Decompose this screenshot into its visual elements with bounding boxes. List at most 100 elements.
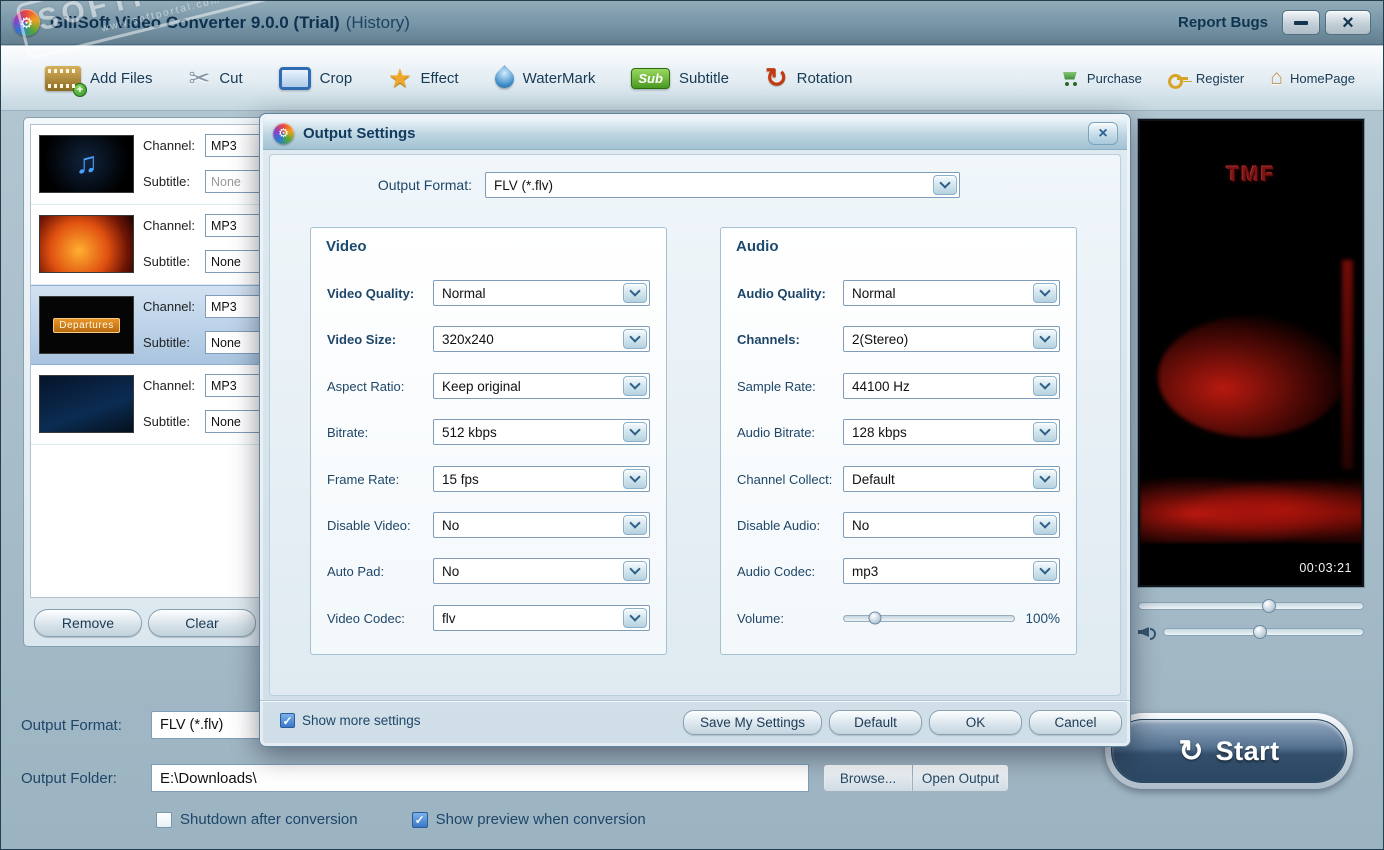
output-folder-input[interactable] xyxy=(151,764,809,792)
clear-button[interactable]: Clear xyxy=(148,609,256,637)
show-more-settings-row[interactable]: ✓ Show more settings xyxy=(280,713,421,728)
chevron-down-icon[interactable] xyxy=(1033,469,1057,489)
channels-select[interactable]: 2(Stereo) xyxy=(843,326,1060,352)
chevron-down-icon[interactable] xyxy=(1033,283,1057,303)
disable-video-field: Disable Video: No xyxy=(327,512,650,538)
audio-bitrate-select[interactable]: 128 kbps xyxy=(843,419,1060,445)
video-size-field: Video Size: 320x240 xyxy=(327,326,650,352)
bitrate-select[interactable]: 512 kbps xyxy=(433,419,650,445)
audio-group-title: Audio xyxy=(736,238,779,255)
minimize-icon xyxy=(1294,20,1308,25)
dialog-titlebar[interactable]: ⚙ Output Settings × xyxy=(263,117,1127,150)
chevron-down-icon[interactable] xyxy=(623,561,647,581)
chevron-down-icon[interactable] xyxy=(933,175,957,195)
chevron-down-icon[interactable] xyxy=(623,329,647,349)
toolbar: + Add Files ✂ Cut Crop ★ Effect WaterMar… xyxy=(1,46,1383,111)
open-output-button[interactable]: Open Output xyxy=(913,764,1009,792)
dialog-output-format-select[interactable]: FLV (*.flv) xyxy=(485,172,960,198)
window-title-main: GiliSoft Video Converter 9.0.0 (Trial) xyxy=(50,12,340,32)
video-frame-art xyxy=(1342,260,1354,469)
chevron-down-icon[interactable] xyxy=(623,283,647,303)
shutdown-checkbox[interactable] xyxy=(156,811,172,828)
video-quality-select[interactable]: Normal xyxy=(433,280,650,306)
seek-slider[interactable] xyxy=(1138,599,1364,613)
rotation-icon: ↻ xyxy=(764,62,788,93)
dialog-close-button[interactable]: × xyxy=(1088,122,1118,145)
preview-checkbox[interactable]: ✓ xyxy=(411,811,428,828)
start-button[interactable]: ↻ Start xyxy=(1105,713,1353,789)
chevron-down-icon[interactable] xyxy=(623,515,647,535)
titlebar[interactable]: ⚙ GiliSoft Video Converter 9.0.0 (Trial)… xyxy=(1,1,1383,45)
volume-field: Volume: 100% xyxy=(737,605,1060,631)
channel-collect-field: Channel Collect: Default xyxy=(737,466,1060,492)
chevron-down-icon[interactable] xyxy=(1033,422,1057,442)
chevron-down-icon[interactable] xyxy=(623,608,647,628)
browse-button[interactable]: Browse... xyxy=(823,764,913,792)
toolbar-watermark[interactable]: WaterMark xyxy=(490,64,595,92)
remove-button[interactable]: Remove xyxy=(34,609,142,637)
channel-value: MP3 xyxy=(211,138,237,153)
cancel-button[interactable]: Cancel xyxy=(1029,710,1122,735)
seek-slider-thumb[interactable] xyxy=(1261,599,1276,613)
report-bugs-link[interactable]: Report Bugs xyxy=(1178,14,1268,31)
toolbar-effect[interactable]: ★ Effect xyxy=(388,63,458,94)
audio-codec-select[interactable]: mp3 xyxy=(843,558,1060,584)
auto-pad-select[interactable]: No xyxy=(433,558,650,584)
volume-label: Volume: xyxy=(737,610,784,626)
chevron-down-icon[interactable] xyxy=(1033,329,1057,349)
sample-rate-select[interactable]: 44100 Hz xyxy=(843,373,1060,399)
video-codec-field: Video Codec: flv xyxy=(327,605,650,631)
preview-checkbox-row[interactable]: ✓ Show preview when conversion xyxy=(411,811,646,828)
show-more-settings-checkbox[interactable]: ✓ xyxy=(280,713,295,728)
chevron-down-icon[interactable] xyxy=(623,469,647,489)
chevron-down-icon[interactable] xyxy=(1033,561,1057,581)
toolbar-crop[interactable]: Crop xyxy=(278,66,352,90)
channel-logo: TMF xyxy=(1226,163,1276,186)
audio-quality-select[interactable]: Normal xyxy=(843,280,1060,306)
toolbar-rotation[interactable]: ↻ Rotation xyxy=(765,63,853,94)
close-button[interactable]: × xyxy=(1325,10,1371,35)
chevron-down-icon[interactable] xyxy=(623,376,647,396)
default-button[interactable]: Default xyxy=(829,710,922,735)
save-my-settings-button[interactable]: Save My Settings xyxy=(683,710,822,735)
disable-video-select[interactable]: No xyxy=(433,512,650,538)
output-settings-dialog: ⚙ Output Settings × Output Format: FLV (… xyxy=(259,113,1131,747)
video-codec-select[interactable]: flv xyxy=(433,605,650,631)
minimize-button[interactable] xyxy=(1282,10,1320,35)
ok-button[interactable]: OK xyxy=(929,710,1022,735)
aspect-ratio-select[interactable]: Keep original xyxy=(433,373,650,399)
cut-label: Cut xyxy=(219,69,243,87)
toolbar-subtitle[interactable]: Sub Subtitle xyxy=(631,67,729,89)
thumbnail-title: Departures xyxy=(53,317,120,333)
close-icon: × xyxy=(1098,124,1108,142)
disable-audio-select[interactable]: No xyxy=(843,512,1060,538)
music-note-icon: ♫ xyxy=(75,147,98,180)
file-thumbnail-music: ♫ xyxy=(39,135,134,193)
channel-collect-select[interactable]: Default xyxy=(843,466,1060,492)
chevron-down-icon[interactable] xyxy=(623,422,647,442)
chevron-down-icon[interactable] xyxy=(1033,376,1057,396)
preview-volume-slider[interactable] xyxy=(1163,625,1364,639)
file-thumbnail-dark xyxy=(39,375,134,433)
toolbar-cut[interactable]: ✂ Cut xyxy=(189,63,243,94)
preview-volume-thumb[interactable] xyxy=(1252,625,1267,639)
homepage-link[interactable]: ⌂ HomePage xyxy=(1270,66,1355,90)
purchase-link[interactable]: Purchase xyxy=(1061,71,1142,86)
plus-icon: + xyxy=(73,82,87,97)
channel-value: MP3 xyxy=(211,299,237,314)
key-icon xyxy=(1167,72,1189,89)
preview-checkbox-label: Show preview when conversion xyxy=(435,811,646,828)
audio-quality-field: Audio Quality: Normal xyxy=(737,280,1060,306)
volume-slider[interactable] xyxy=(843,611,1016,625)
volume-slider-thumb[interactable] xyxy=(868,611,882,625)
video-quality-field: Video Quality: Normal xyxy=(327,280,650,306)
frame-rate-select[interactable]: 15 fps xyxy=(433,466,650,492)
shutdown-checkbox-row[interactable]: Shutdown after conversion xyxy=(156,811,358,828)
audio-bitrate-value: 128 kbps xyxy=(852,424,907,440)
video-size-select[interactable]: 320x240 xyxy=(433,326,650,352)
register-link[interactable]: Register xyxy=(1167,71,1244,89)
add-files-icon: + xyxy=(45,65,87,97)
toolbar-add-files[interactable]: + Add Files xyxy=(45,65,153,97)
chevron-down-icon[interactable] xyxy=(1033,515,1057,535)
volume-value: 100% xyxy=(1025,610,1060,626)
